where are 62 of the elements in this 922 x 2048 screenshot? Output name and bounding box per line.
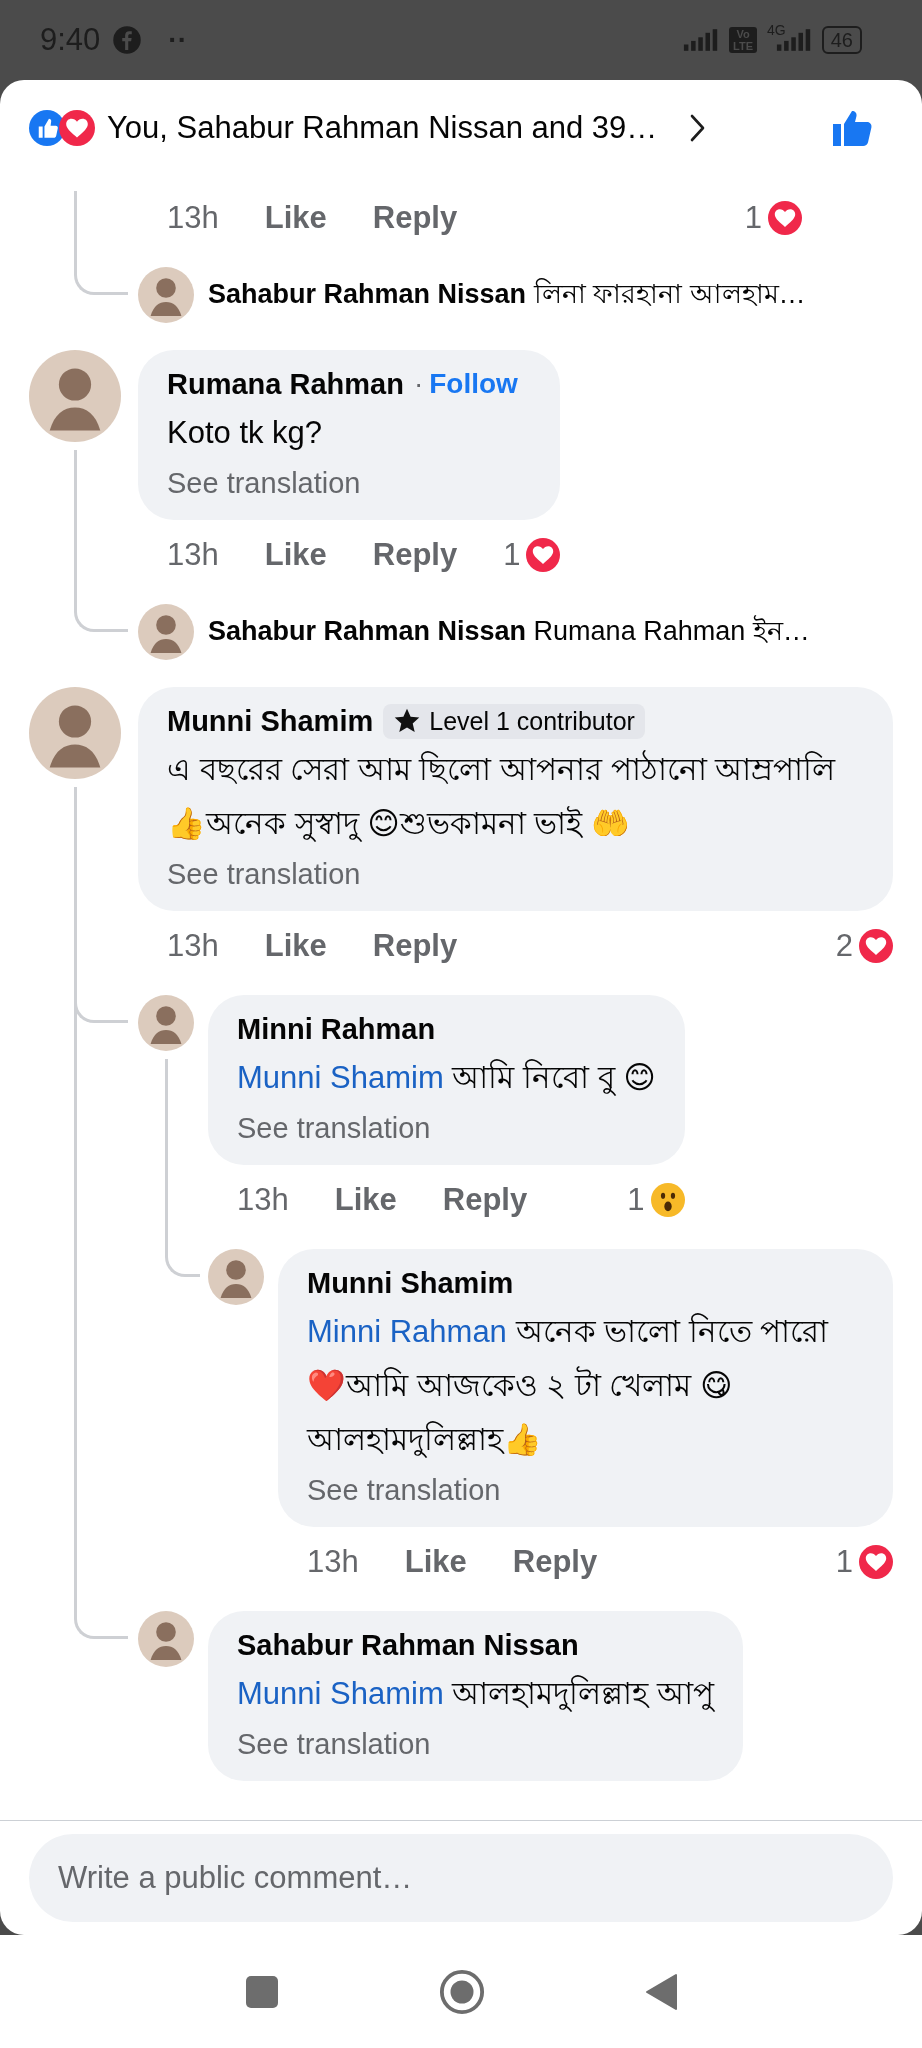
home-button[interactable] [439,1968,485,2015]
author-name[interactable]: Sahabur Rahman Nissan [237,1628,579,1662]
back-button[interactable] [645,1972,677,2011]
reply-button[interactable]: Reply [372,537,458,573]
reply-button[interactable]: Reply [442,1182,528,1218]
love-reaction-icon [859,1545,893,1579]
surprised-face-icon [650,1183,685,1217]
timestamp: 13h [167,928,219,964]
separator: · [413,368,424,400]
follow-link[interactable]: Follow [429,368,518,400]
reaction-count: 2 [835,928,853,964]
love-reaction-icon [859,929,893,963]
reply-preview[interactable]: Sahabur Rahman Nissan Rumana Rahman ইন… [208,609,810,655]
see-translation-link[interactable]: See translation [167,460,361,506]
mention-link[interactable]: Minni Rahman [307,1314,507,1349]
comment-text: Koto tk kg? [167,414,324,452]
facebook-icon [112,25,143,55]
reply-button[interactable]: Reply [512,1544,598,1580]
author-name[interactable]: Minni Rahman [237,1012,436,1046]
see-translation-link[interactable]: See translation [237,1105,431,1151]
avatar [138,604,194,660]
see-translation-link[interactable]: See translation [167,851,361,897]
mention-link[interactable]: Munni Shamim [237,1060,444,1095]
comment-text: Munni Shamim আলহামদুলিল্লাহ আপু [237,1674,714,1714]
author-name[interactable]: Munni Shamim [307,1266,514,1300]
reply-button[interactable]: Reply [372,928,458,964]
reaction-count: 1 [835,1544,853,1580]
see-translation-link[interactable]: See translation [307,1467,501,1513]
reaction-count: 1 [627,1182,645,1218]
comment-text: Munni Shamim আমি নিবো বু 😊 [237,1058,656,1098]
timestamp: 13h [167,537,219,573]
notification-dots: ·· [168,24,187,56]
comment-text: Minni Rahman অনেক ভালো নিতে পারো ❤আমি আজকেও ২ টা খেলাম 😋আলহামদুলিল্লাহ👍 [307,1312,830,1460]
author-name[interactable]: Rumana Rahman [167,367,404,401]
timestamp: 13h [167,200,219,236]
avatar [138,1611,194,1667]
signal-icon [683,28,720,52]
like-button[interactable]: Like [334,1182,397,1218]
like-button[interactable]: Like [264,928,327,964]
see-translation-link[interactable]: See translation [237,1721,431,1767]
recent-apps-button[interactable] [245,1974,279,2009]
avatar [138,267,194,323]
love-reaction-icon [768,201,802,235]
reactions-summary[interactable]: You, Sahabur Rahman Nissan and 39… [107,109,658,146]
reaction-count: 1 [503,537,521,573]
love-reaction-icon [59,109,95,146]
love-reaction-icon [526,538,561,572]
reply-button[interactable]: Reply [372,200,458,236]
avatar [138,995,194,1051]
mention-link[interactable]: Munni Shamim [237,1676,444,1711]
author-name[interactable]: Munni Shamim [167,704,374,738]
like-button[interactable]: Like [404,1544,467,1580]
comment-text: এ বছরের সেরা আম ছিলো আপনার পাঠানো আম্রপালি 👍অনেক সুস্বাদু 😊শুভকামনা ভাই 🤲 [167,749,837,844]
timestamp: 13h [237,1182,289,1218]
badge-label: Level 1 contributor [429,706,635,736]
reaction-count: 1 [744,200,762,236]
reply-preview[interactable]: Sahabur Rahman Nissan লিনা ফারহানা আলহাম… [208,272,806,318]
like-button[interactable]: Like [264,200,327,236]
like-button[interactable]: Like [264,537,327,573]
avatar [208,1249,264,1305]
timestamp: 13h [307,1544,359,1580]
comment-input[interactable]: Write a public comment… [29,1834,893,1922]
